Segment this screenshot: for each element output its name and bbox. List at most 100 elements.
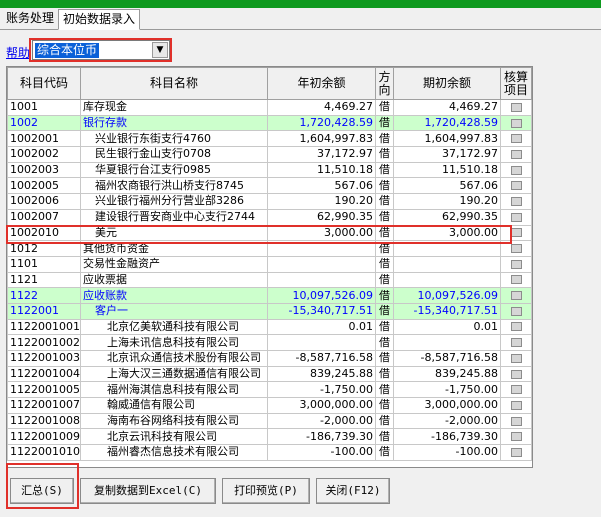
cell-name[interactable]: 兴业银行东街支行4760: [80, 130, 268, 148]
cell-code[interactable]: 1122001001: [7, 318, 81, 336]
cell-opening[interactable]: [267, 240, 376, 257]
audit-checkbox-icon[interactable]: [510, 102, 522, 112]
table-row[interactable]: 1122001010 福州睿杰信息技术有限公司 -100.00 借 -100.00: [7, 444, 532, 461]
cell-period[interactable]: 10,097,526.09: [393, 287, 501, 304]
cell-period[interactable]: 567.06: [393, 177, 501, 195]
cell-direction[interactable]: 借: [375, 240, 394, 257]
cell-direction[interactable]: 借: [375, 381, 394, 399]
audit-checkbox-icon[interactable]: [510, 416, 522, 426]
cell-direction[interactable]: 借: [375, 350, 394, 367]
cell-code[interactable]: 1122001005: [7, 381, 81, 399]
cell-name[interactable]: 银行存款: [80, 114, 268, 132]
cell-audit[interactable]: [500, 318, 532, 336]
cell-name[interactable]: 其他货币资金: [80, 240, 268, 257]
cell-audit[interactable]: [500, 302, 532, 320]
audit-checkbox-icon[interactable]: [510, 134, 522, 144]
cell-name[interactable]: 客户一: [80, 302, 268, 320]
cell-period[interactable]: 62,990.35: [393, 208, 501, 226]
table-row[interactable]: 1122001007 翰威通信有限公司 3,000,000.00 借 3,000,000…: [7, 397, 532, 414]
cell-direction[interactable]: 借: [375, 99, 394, 116]
table-row[interactable]: 1122 应收账款 10,097,526.09 借 10,097,526.09: [7, 287, 532, 304]
cell-direction[interactable]: 借: [375, 146, 394, 163]
cell-direction[interactable]: 借: [375, 177, 394, 195]
cell-audit[interactable]: [500, 381, 532, 399]
audit-checkbox-icon[interactable]: [510, 275, 522, 285]
cell-period[interactable]: 0.01: [393, 318, 501, 336]
audit-checkbox-icon[interactable]: [510, 447, 522, 457]
cell-code[interactable]: 1002005: [7, 177, 81, 195]
cell-direction[interactable]: 借: [375, 271, 394, 289]
cell-direction[interactable]: 借: [375, 428, 394, 446]
cell-period[interactable]: -15,340,717.51: [393, 302, 501, 320]
print-preview-button[interactable]: 打印预览(P): [222, 478, 310, 504]
cell-direction[interactable]: 借: [375, 397, 394, 414]
cell-code[interactable]: 1122001007: [7, 397, 81, 414]
table-row[interactable]: 1122001001 北京亿美软通科技有限公司 0.01 借 0.01: [7, 318, 532, 336]
close-button[interactable]: 关闭(F12): [316, 478, 390, 504]
cell-opening[interactable]: 62,990.35: [267, 208, 376, 226]
table-row[interactable]: 1001 库存现金 4,469.27 借 4,469.27: [7, 99, 532, 116]
cell-name[interactable]: 美元: [80, 224, 268, 242]
cell-audit[interactable]: [500, 271, 532, 289]
cell-period[interactable]: 839,245.88: [393, 365, 501, 383]
audit-checkbox-icon[interactable]: [510, 322, 522, 332]
cell-name[interactable]: 库存现金: [80, 99, 268, 116]
table-row[interactable]: 1101 交易性金融资产 借: [7, 255, 532, 273]
cell-code[interactable]: 1122001002: [7, 334, 81, 351]
audit-checkbox-icon[interactable]: [510, 369, 522, 379]
cell-name[interactable]: 建设银行晋安商业中心支行2744: [80, 208, 268, 226]
cell-audit[interactable]: [500, 397, 532, 414]
table-row[interactable]: 1002 银行存款 1,720,428.59 借 1,720,428.59: [7, 114, 532, 132]
table-row[interactable]: 1002001 兴业银行东街支行4760 1,604,997.83 借 1,604,99…: [7, 130, 532, 148]
cell-opening[interactable]: -2,000.00: [267, 412, 376, 430]
cell-opening[interactable]: -1,750.00: [267, 381, 376, 399]
table-row[interactable]: 1122001003 北京讯众通信技术股份有限公司 -8,587,716.58 借 -8…: [7, 350, 532, 367]
table-row[interactable]: 1002002 民生银行金山支行0708 37,172.97 借 37,172.97: [7, 146, 532, 163]
tab-accounting[interactable]: 账务处理: [2, 9, 58, 30]
cell-opening[interactable]: [267, 255, 376, 273]
cell-audit[interactable]: [500, 287, 532, 304]
cell-period[interactable]: -186,739.30: [393, 428, 501, 446]
cell-code[interactable]: 1121: [7, 271, 81, 289]
cell-audit[interactable]: [500, 428, 532, 446]
cell-name[interactable]: 福州睿杰信息技术有限公司: [80, 444, 268, 461]
cell-audit[interactable]: [500, 334, 532, 351]
audit-checkbox-icon[interactable]: [510, 228, 522, 238]
cell-code[interactable]: 1002002: [7, 146, 81, 163]
audit-checkbox-icon[interactable]: [510, 212, 522, 222]
cell-opening[interactable]: 567.06: [267, 177, 376, 195]
cell-opening[interactable]: 3,000.00: [267, 224, 376, 242]
cell-direction[interactable]: 借: [375, 130, 394, 148]
cell-code[interactable]: 1122001: [7, 302, 81, 320]
audit-checkbox-icon[interactable]: [510, 353, 522, 363]
cell-direction[interactable]: 借: [375, 444, 394, 461]
table-row[interactable]: 1002010 美元 3,000.00 借 3,000.00: [7, 224, 532, 242]
cell-direction[interactable]: 借: [375, 334, 394, 351]
cell-audit[interactable]: [500, 193, 532, 210]
cell-opening[interactable]: [267, 271, 376, 289]
table-row[interactable]: 1012 其他货币资金 借: [7, 240, 532, 257]
cell-audit[interactable]: [500, 412, 532, 430]
cell-audit[interactable]: [500, 146, 532, 163]
table-row[interactable]: 1122001002 上海未讯信息科技有限公司 借: [7, 334, 532, 351]
cell-name[interactable]: 福州海淇信息科技有限公司: [80, 381, 268, 399]
table-row[interactable]: 1002006 兴业银行福州分行营业部3286 190.20 借 190.20: [7, 193, 532, 210]
cell-direction[interactable]: 借: [375, 114, 394, 132]
cell-period[interactable]: 37,172.97: [393, 146, 501, 163]
table-row[interactable]: 1002003 华夏银行台江支行0985 11,510.18 借 11,510.18: [7, 161, 532, 179]
cell-code[interactable]: 1002006: [7, 193, 81, 210]
cell-name[interactable]: 上海未讯信息科技有限公司: [80, 334, 268, 351]
cell-opening[interactable]: -15,340,717.51: [267, 302, 376, 320]
cell-audit[interactable]: [500, 177, 532, 195]
cell-name[interactable]: 北京亿美软通科技有限公司: [80, 318, 268, 336]
cell-opening[interactable]: 0.01: [267, 318, 376, 336]
table-row[interactable]: 1122001005 福州海淇信息科技有限公司 -1,750.00 借 -1,750.0…: [7, 381, 532, 399]
table-row[interactable]: 1121 应收票据 借: [7, 271, 532, 289]
cell-direction[interactable]: 借: [375, 412, 394, 430]
cell-name[interactable]: 海南布谷网络科技有限公司: [80, 412, 268, 430]
cell-direction[interactable]: 借: [375, 208, 394, 226]
cell-name[interactable]: 上海大汉三通数据通信有限公司: [80, 365, 268, 383]
cell-period[interactable]: [393, 255, 501, 273]
cell-period[interactable]: 3,000,000.00: [393, 397, 501, 414]
cell-code[interactable]: 1122001004: [7, 365, 81, 383]
